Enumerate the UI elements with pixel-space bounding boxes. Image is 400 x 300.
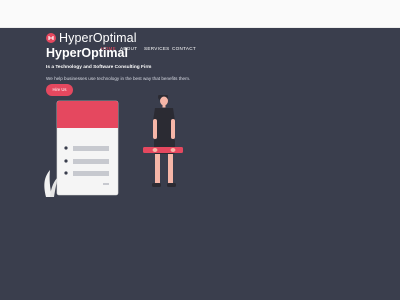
hero-illustration xyxy=(44,95,183,197)
plant-leaves-decoration xyxy=(44,170,58,197)
nav-contact[interactable]: CONTACT xyxy=(172,44,196,54)
nav-services[interactable]: SERVICES xyxy=(144,44,170,54)
person-illustration xyxy=(143,95,183,187)
brand-name: HyperOptimal xyxy=(59,31,137,45)
hero-description: We help businesses use technology in the… xyxy=(46,76,191,81)
hero-subtitle: Is a Technology and Software Consulting … xyxy=(46,65,152,70)
form-card-illustration xyxy=(56,100,119,196)
browser-top-bar xyxy=(0,0,400,28)
hyperoptimal-logo-icon xyxy=(46,33,56,43)
hero-title: HyperOptimal xyxy=(46,46,128,60)
brand-logo[interactable]: HyperOptimal xyxy=(46,31,137,45)
